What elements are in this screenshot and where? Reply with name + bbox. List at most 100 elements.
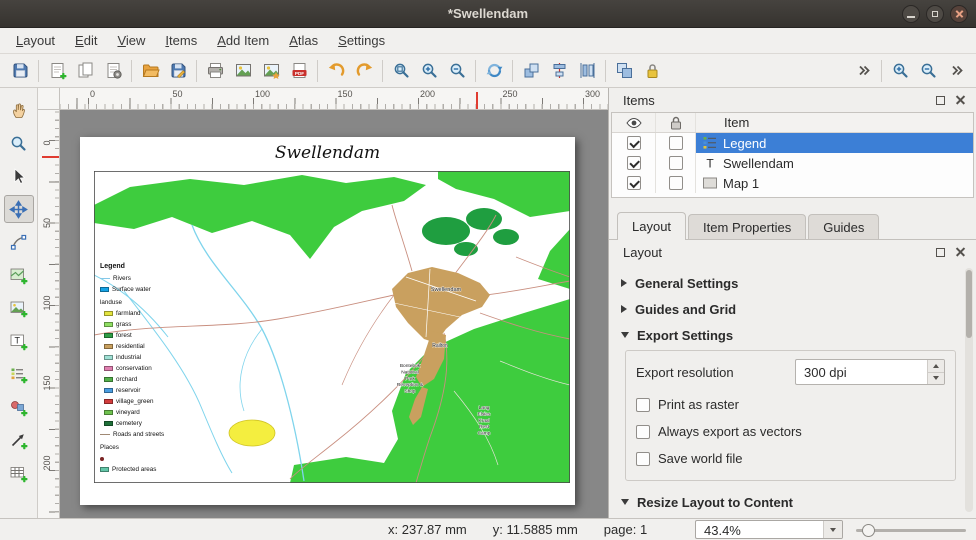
group-resize-layout-to-content[interactable]: Resize Layout to Content [621, 489, 958, 515]
tab-guides[interactable]: Guides [808, 214, 879, 239]
legend-entry: grass [100, 319, 196, 330]
add-arrow-tool[interactable] [4, 426, 34, 454]
tab-layout[interactable]: Layout [617, 212, 686, 240]
add-picture-tool[interactable] [4, 294, 34, 322]
visibility-checkbox[interactable] [627, 156, 641, 170]
checkbox-label: Print as raster [658, 397, 739, 412]
move-item-content-tool[interactable] [4, 195, 34, 223]
spin-down-button[interactable] [928, 372, 944, 385]
close-button[interactable] [950, 5, 968, 23]
legend-entry-label: forest [116, 332, 132, 339]
zoom-full-icon [392, 61, 411, 80]
zoom-out-button[interactable] [443, 57, 471, 85]
highlight-ellipse-item[interactable] [229, 420, 275, 446]
export-as-pdf-button[interactable]: PDF [285, 57, 313, 85]
save-project-button[interactable] [6, 57, 34, 85]
export-as-image-button[interactable] [229, 57, 257, 85]
align-selected-items-button[interactable] [545, 57, 573, 85]
cursor-y-readout: y: 11.5885 mm [493, 522, 578, 537]
save-as-template-button[interactable] [164, 57, 192, 85]
lock-checkbox[interactable] [669, 136, 683, 150]
zoom-slider-handle[interactable] [862, 524, 875, 537]
maximize-button[interactable] [926, 5, 944, 23]
add-shape-tool[interactable] [4, 393, 34, 421]
group-export-settings[interactable]: Export Settings [621, 322, 958, 348]
menu-view[interactable]: View [107, 30, 155, 51]
item-row-swellendam[interactable]: TSwellendam [612, 153, 973, 173]
tab-item-properties[interactable]: Item Properties [688, 214, 806, 239]
zoom-dropdown-button[interactable] [823, 521, 842, 538]
group-items-button[interactable] [610, 57, 638, 85]
menu-add-item[interactable]: Add Item [207, 30, 279, 51]
menu-settings[interactable]: Settings [328, 30, 395, 51]
add-legend-tool[interactable] [4, 360, 34, 388]
item-row-map-1[interactable]: Map 1 [612, 173, 973, 193]
close-panel-button[interactable] [953, 245, 968, 260]
undo-button[interactable] [322, 57, 350, 85]
lock-selected-items-button[interactable] [638, 57, 666, 85]
menu-items[interactable]: Items [155, 30, 207, 51]
add-map-tool[interactable] [4, 261, 34, 289]
export-resolution-spinbox[interactable]: 300 dpi [795, 359, 945, 385]
redo-icon [355, 61, 374, 80]
refresh-view-button[interactable] [480, 57, 508, 85]
spin-buttons [927, 360, 944, 384]
zoom-toolbar-overflow-button[interactable] [942, 57, 970, 85]
legend-entry-label: reservoir [116, 387, 141, 394]
group-guides-and-grid[interactable]: Guides and Grid [621, 296, 958, 322]
add-label-tool[interactable]: T [4, 327, 34, 355]
title-bar[interactable]: *Swellendam [0, 0, 976, 28]
visibility-checkbox[interactable] [627, 136, 641, 150]
toolbar-zoom-out-button[interactable] [914, 57, 942, 85]
checkbox[interactable] [636, 452, 650, 466]
zoom-level-combobox[interactable]: 43.4% [695, 520, 843, 539]
spin-up-button[interactable] [928, 360, 944, 372]
zoom-in-button[interactable] [415, 57, 443, 85]
load-from-template-button[interactable] [136, 57, 164, 85]
menu-layout[interactable]: Layout [6, 30, 65, 51]
chevron-down-icon [830, 528, 836, 532]
checkbox[interactable] [636, 398, 650, 412]
map-title-label-item[interactable]: Swellendam [80, 143, 575, 163]
items-tree[interactable]: Item LegendTSwellendamMap 1 [611, 112, 974, 198]
distribute-selected-items-button[interactable] [573, 57, 601, 85]
print-layout-button[interactable] [201, 57, 229, 85]
select-move-item-tool[interactable] [4, 162, 34, 190]
lock-checkbox[interactable] [669, 176, 683, 190]
legend-item[interactable]: Legend RiversSurface waterlandusefarmlan… [100, 263, 196, 475]
add-table-icon [9, 464, 28, 483]
panel-scrollbar[interactable] [965, 268, 973, 512]
export-as-svg-button[interactable] [257, 57, 285, 85]
zoom-in-icon [891, 61, 910, 80]
toolbar-zoom-in-button[interactable] [886, 57, 914, 85]
edit-nodes-item-tool[interactable] [4, 228, 34, 256]
close-panel-button[interactable] [953, 93, 968, 108]
pan-layout-tool[interactable] [4, 96, 34, 124]
layout-manager-button[interactable] [99, 57, 127, 85]
toolbar-overflow-button[interactable] [849, 57, 877, 85]
zoom-slider[interactable] [856, 519, 966, 540]
minimize-button[interactable] [902, 5, 920, 23]
add-attribute-table-tool[interactable] [4, 459, 34, 487]
raise-selected-items-button[interactable] [517, 57, 545, 85]
visibility-checkbox[interactable] [627, 176, 641, 190]
node-icon [9, 233, 28, 252]
duplicate-layout-button[interactable] [71, 57, 99, 85]
group-general-settings[interactable]: General Settings [621, 270, 958, 296]
layout-page[interactable]: Swellendam [80, 137, 575, 505]
lock-checkbox[interactable] [669, 156, 683, 170]
zoom-full-button[interactable] [387, 57, 415, 85]
new-layout-button[interactable] [43, 57, 71, 85]
menu-edit[interactable]: Edit [65, 30, 107, 51]
panel-scrollbar-thumb[interactable] [966, 270, 972, 338]
layout-canvas[interactable]: Swellendam [60, 110, 608, 518]
checkbox[interactable] [636, 425, 650, 439]
redo-button[interactable] [350, 57, 378, 85]
legend-swatch [100, 278, 110, 279]
zoom-layout-tool[interactable] [4, 129, 34, 157]
float-panel-button[interactable] [933, 245, 948, 260]
float-panel-button[interactable] [933, 93, 948, 108]
map-item[interactable]: Swellendam Railton BontebokNationalParkR… [94, 171, 570, 483]
item-row-legend[interactable]: Legend [612, 133, 973, 153]
menu-atlas[interactable]: Atlas [279, 30, 328, 51]
